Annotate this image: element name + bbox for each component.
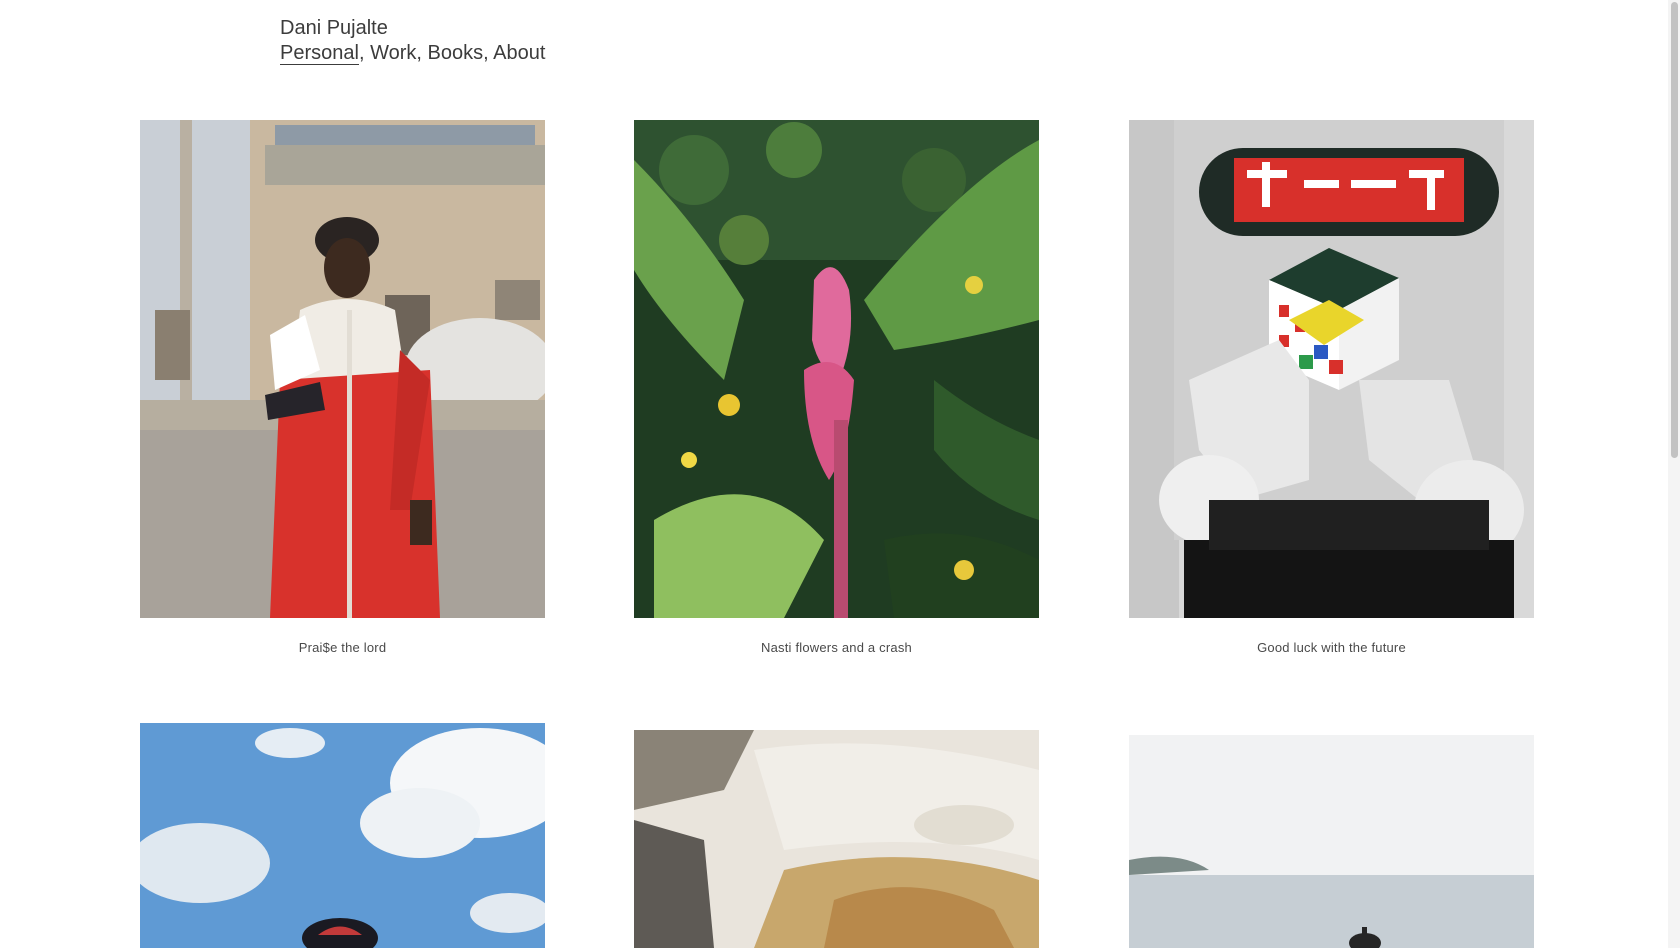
nav-separator: , [358,42,371,64]
rubik-cube-robot-image [1129,120,1534,618]
gallery-item [634,730,1039,948]
gallery-item-praise-the-lord: Prai$e the lord [140,120,545,660]
gallery-item [140,723,545,948]
white-rock-quarry-image [634,730,1039,948]
nav-item-about[interactable]: About [493,42,545,64]
gallery-thumbnail[interactable] [634,730,1039,948]
sky-clouds-cap-image [140,723,545,948]
gallery-thumbnail[interactable] [140,120,545,618]
banana-flower-plant-image [634,120,1039,618]
main-nav: Personal, Work, Books, About [280,41,545,66]
gallery-item [1129,735,1534,948]
site-header: Dani Pujalte Personal, Work, Books, Abou… [280,16,545,66]
gallery-item-good-luck: Good luck with the future [1129,120,1534,660]
scrollbar-thumb[interactable] [1671,2,1678,458]
gallery-thumbnail[interactable] [1129,120,1534,618]
scrollbar[interactable] [1668,0,1680,948]
site-title-link[interactable]: Dani Pujalte [280,16,545,41]
portrait-red-tracksuit-image [140,120,545,618]
nav-item-books[interactable]: Books [428,42,484,64]
gallery-thumbnail[interactable] [140,723,545,948]
sea-horizon-figure-image [1129,735,1534,948]
gallery-item-nasti-flowers: Nasti flowers and a crash [634,120,1039,660]
gallery-thumbnail[interactable] [634,120,1039,618]
gallery-caption: Good luck with the future [1257,640,1406,655]
nav-separator: , [483,42,494,64]
page: Dani Pujalte Personal, Work, Books, Abou… [0,0,1680,948]
nav-separator: , [416,42,428,64]
nav-item-personal[interactable]: Personal [280,42,359,65]
nav-item-work[interactable]: Work [370,42,416,64]
gallery-caption: Nasti flowers and a crash [761,640,912,655]
gallery-caption: Prai$e the lord [298,640,387,655]
gallery-thumbnail[interactable] [1129,735,1534,948]
